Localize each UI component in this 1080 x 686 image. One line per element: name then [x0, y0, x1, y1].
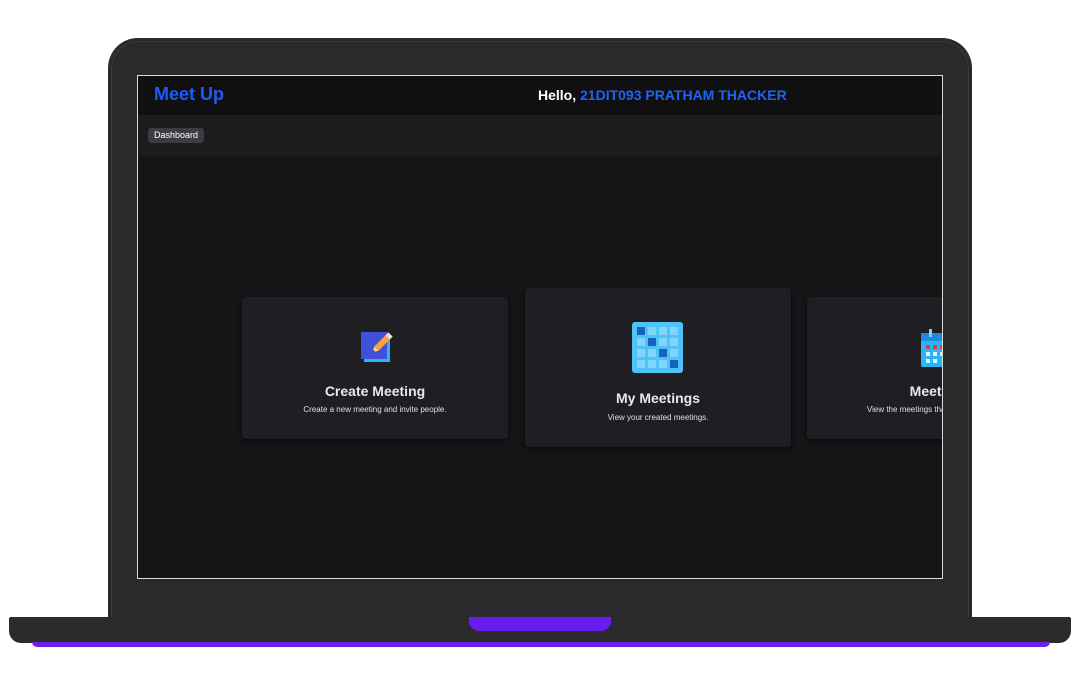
breadcrumb-bar: Dashboard: [138, 115, 942, 156]
greeting-prefix: Hello,: [538, 87, 577, 103]
dashboard-button[interactable]: Dashboard: [148, 128, 205, 143]
create-meeting-card[interactable]: Create Meeting Create a new meeting and …: [242, 297, 508, 439]
card-title: Create Meeting: [324, 383, 426, 399]
brand-logo[interactable]: Meet Up: [154, 84, 224, 105]
card-description: Create a new meeting and invite people.: [303, 405, 447, 414]
my-meetings-card[interactable]: My Meetings View your created meetings.: [525, 288, 791, 447]
card-description: View the meetings that you are invited t…: [866, 405, 942, 414]
laptop-notch: [469, 617, 611, 631]
laptop-base-glow: [32, 642, 1050, 647]
edit-pencil-icon: [361, 332, 393, 362]
invited-meetings-card[interactable]: Meetings View the meetings that you are …: [807, 297, 942, 439]
user-name: 21DIT093 PRATHAM THACKER: [580, 87, 787, 103]
calendar-icon: [921, 329, 942, 367]
user-greeting: Hello, 21DIT093 PRATHAM THACKER: [538, 87, 787, 103]
app-screen: Meet Up Hello, 21DIT093 PRATHAM THACKER …: [137, 75, 943, 579]
top-navbar: Meet Up Hello, 21DIT093 PRATHAM THACKER: [138, 76, 942, 115]
card-title: Meetings: [909, 383, 942, 399]
card-title: My Meetings: [615, 390, 700, 406]
calendar-grid-icon: [632, 322, 683, 373]
card-description: View your created meetings.: [607, 413, 709, 422]
